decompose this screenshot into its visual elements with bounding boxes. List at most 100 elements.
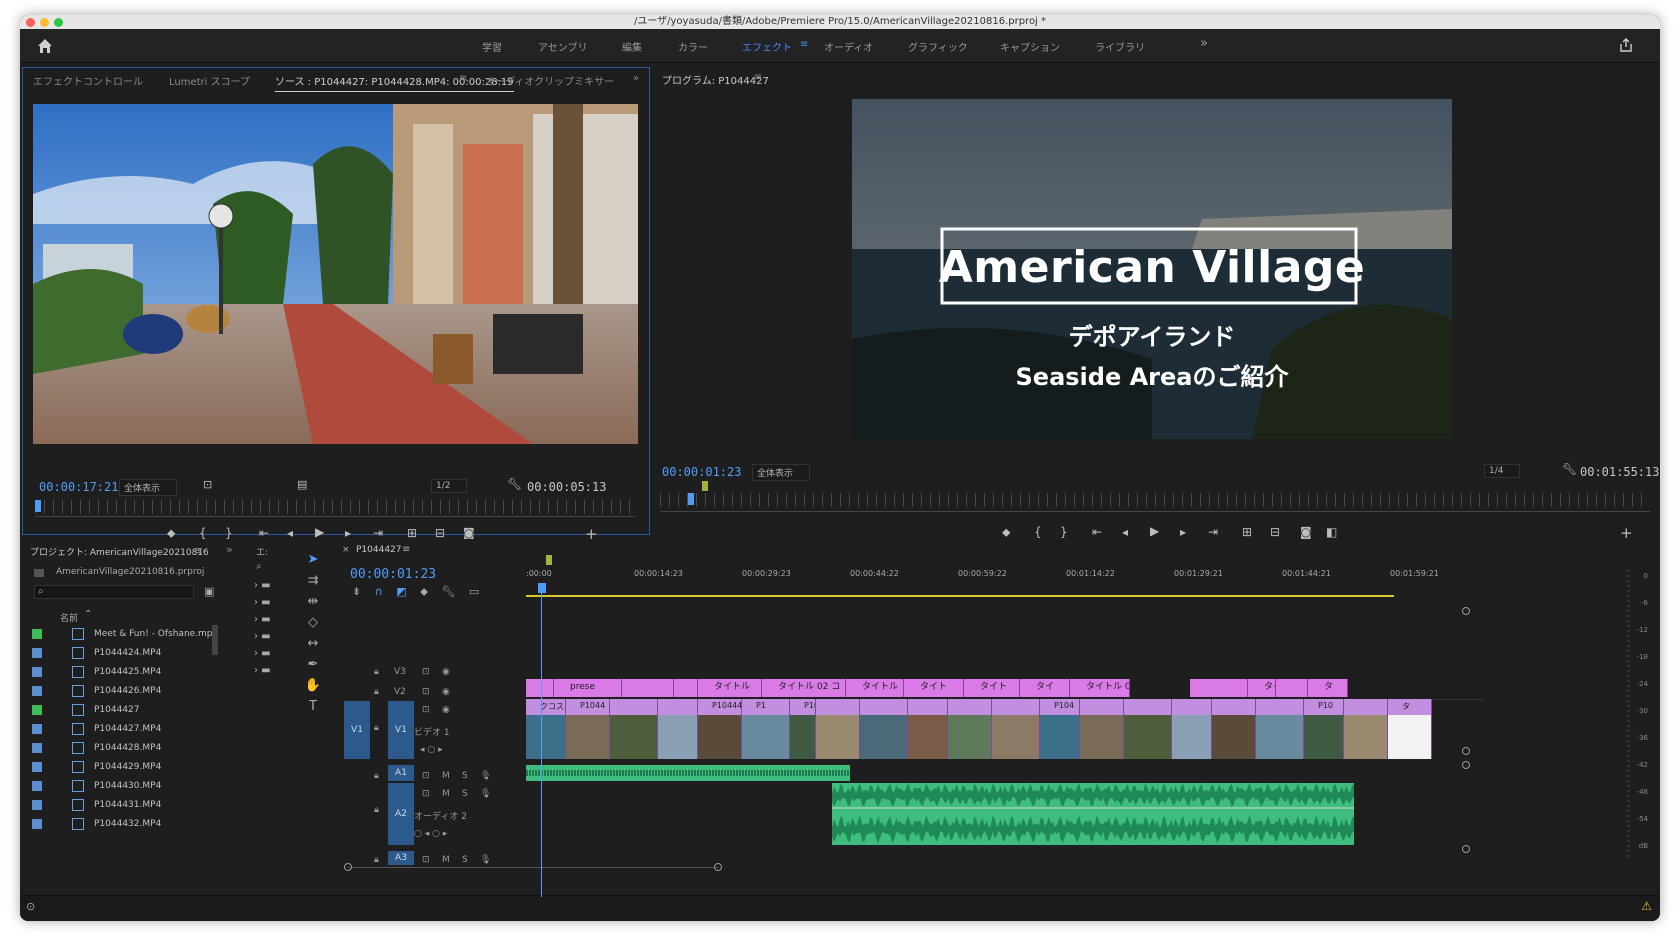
safe-margins-icon[interactable]: ⊡ [203,478,212,491]
step-forward-icon[interactable]: ▸ [345,526,351,540]
effects-folder-list[interactable]: › ▬ › ▬ › ▬ › ▬ › ▬ › ▬ [254,577,271,679]
a3-mute[interactable]: M [442,855,450,865]
a1-mute[interactable]: M [442,771,450,781]
label-color-swatch[interactable] [32,781,42,791]
ripple-edit-tool-icon[interactable]: ⇹ [304,591,322,612]
source-current-timecode[interactable]: 00:00:17:21 [39,480,118,494]
label-color-swatch[interactable] [32,743,42,753]
status-icon[interactable]: ⊙ [26,900,35,913]
title-clip[interactable]: タイトル 02 コ [762,679,846,697]
a1-sync-icon[interactable]: ⊡ [422,771,430,781]
slip-tool-icon[interactable]: ↔ [304,633,322,654]
project-item[interactable]: P1044428.MP4 [32,739,232,758]
title-clip[interactable] [622,679,674,697]
video-vscroll-handle-top[interactable] [1462,607,1470,615]
a1-solo[interactable]: S [462,771,468,781]
v1-eye-icon[interactable]: ◉ [442,705,450,715]
project-item[interactable]: P1044430.MP4 [32,777,232,796]
source-resolution-select[interactable]: 1/2 [431,479,468,493]
go-to-in-icon[interactable]: ⇤ [259,526,269,540]
project-item[interactable]: P1044425.MP4 [32,663,232,682]
program-wrench-icon[interactable]: 🔧︎ [1562,462,1577,476]
track-label-v3[interactable]: V3 [394,667,406,677]
v3-sync-icon[interactable]: ⊡ [422,667,430,677]
program-mark-in-icon[interactable]: { [1034,525,1042,539]
linked-selection-icon[interactable]: ◩ [396,585,406,598]
tab-project[interactable]: プロジェクト: AmericanVillage20210816 [30,545,209,558]
video-clip[interactable]: クコス [526,699,566,759]
drag-video-icon[interactable]: ▤ [297,478,307,491]
video-clip[interactable] [658,699,698,759]
workspace-tab-captions[interactable]: キャプション [1000,39,1060,54]
program-zoom-select[interactable]: 全体表示 [752,464,811,481]
nest-icon[interactable]: ⇟ [352,585,361,598]
panel-more-icon[interactable]: » [633,73,639,84]
title-clip[interactable]: prese [554,679,622,697]
video-clip[interactable] [860,699,908,759]
program-in-marker[interactable] [702,481,708,491]
overwrite-icon[interactable]: ⊟ [435,526,445,540]
label-color-swatch[interactable] [32,648,42,658]
workspace-tab-color[interactable]: カラー [678,39,708,54]
track-select-tool-icon[interactable]: ⇉ [304,570,322,591]
title-clip[interactable] [526,679,554,697]
program-add-marker-icon[interactable]: ⬥ [1002,525,1010,540]
lift-icon[interactable]: ⊞ [1242,525,1252,539]
video-clip[interactable] [1172,699,1212,759]
program-play-icon[interactable]: ▶ [1150,524,1159,538]
v1-sync-icon[interactable]: ⊡ [422,705,430,715]
program-resolution-select[interactable]: 1/4 [1484,464,1521,478]
mark-in-icon[interactable]: { [199,526,207,540]
video-clip[interactable]: タ [1388,699,1432,759]
track-label-a3[interactable]: A3 [388,851,414,865]
v1-keyframe-nav[interactable]: ◂ ○ ▸ [420,745,443,755]
workspace-tab-graphics[interactable]: グラフィック [908,39,968,54]
play-icon[interactable]: ▶ [315,525,324,539]
label-color-swatch[interactable] [32,705,42,715]
video-clip[interactable]: P104 [1040,699,1080,759]
share-icon[interactable] [1618,37,1634,53]
title-clip[interactable]: タイト [1248,679,1276,697]
timeline-horizontal-scrollbar[interactable] [344,863,722,871]
label-color-swatch[interactable] [32,686,42,696]
program-go-to-in-icon[interactable]: ⇤ [1092,525,1102,539]
project-item[interactable]: P1044429.MP4 [32,758,232,777]
source-zoom-bar[interactable] [35,516,635,517]
video-clip[interactable]: P104 [790,699,816,759]
minimize-window-button[interactable] [40,18,49,27]
track-label-v2[interactable]: V2 [394,687,406,697]
workspace-tab-effects[interactable]: エフェクト [742,39,792,54]
program-playhead[interactable] [688,493,694,505]
workspace-tab-learn[interactable]: 学習 [482,39,502,54]
video-clip[interactable] [816,699,860,759]
a3-mic-icon[interactable]: 🎙︎ [480,855,491,865]
video-clip[interactable] [948,699,992,759]
wrench-icon[interactable]: 🔧︎ [507,477,522,491]
tab-lumetri-scopes[interactable]: Lumetri スコープ [169,73,250,88]
workspace-tab-edit[interactable]: 編集 [622,39,642,54]
title-clip[interactable]: タイトル [698,679,762,697]
close-sequence-icon[interactable]: × [342,545,350,555]
scroll-handle-left[interactable] [344,863,352,871]
label-color-swatch[interactable] [32,629,42,639]
insert-icon[interactable]: ⊞ [407,526,417,540]
project-item[interactable]: P1044427.MP4 [32,720,232,739]
program-time-ruler[interactable] [660,493,1650,507]
close-window-button[interactable] [26,18,35,27]
pen-tool-icon[interactable]: ✒ [304,654,322,675]
program-current-timecode[interactable]: 00:00:01:23 [662,465,741,479]
project-item[interactable]: P1044424.MP4 [32,644,232,663]
project-item[interactable]: P1044431.MP4 [32,796,232,815]
title-clip[interactable]: タイトル 0 [1070,679,1130,697]
source-playhead[interactable] [35,500,41,512]
title-clip[interactable] [1190,679,1248,697]
program-step-back-icon[interactable]: ◂ [1122,525,1128,539]
tab-audio-clip-mixer[interactable]: オーディオクリップミキサー [485,73,614,88]
video-clip[interactable] [1212,699,1256,759]
video-clip[interactable]: P10 [1304,699,1344,759]
column-header-name[interactable]: 名前 [60,611,78,624]
a2-lock-icon[interactable]: 🔒︎ [374,805,379,815]
track-label-v1[interactable]: V1 [388,701,414,759]
video-clip[interactable] [1256,699,1304,759]
mark-out-icon[interactable]: } [225,526,233,540]
